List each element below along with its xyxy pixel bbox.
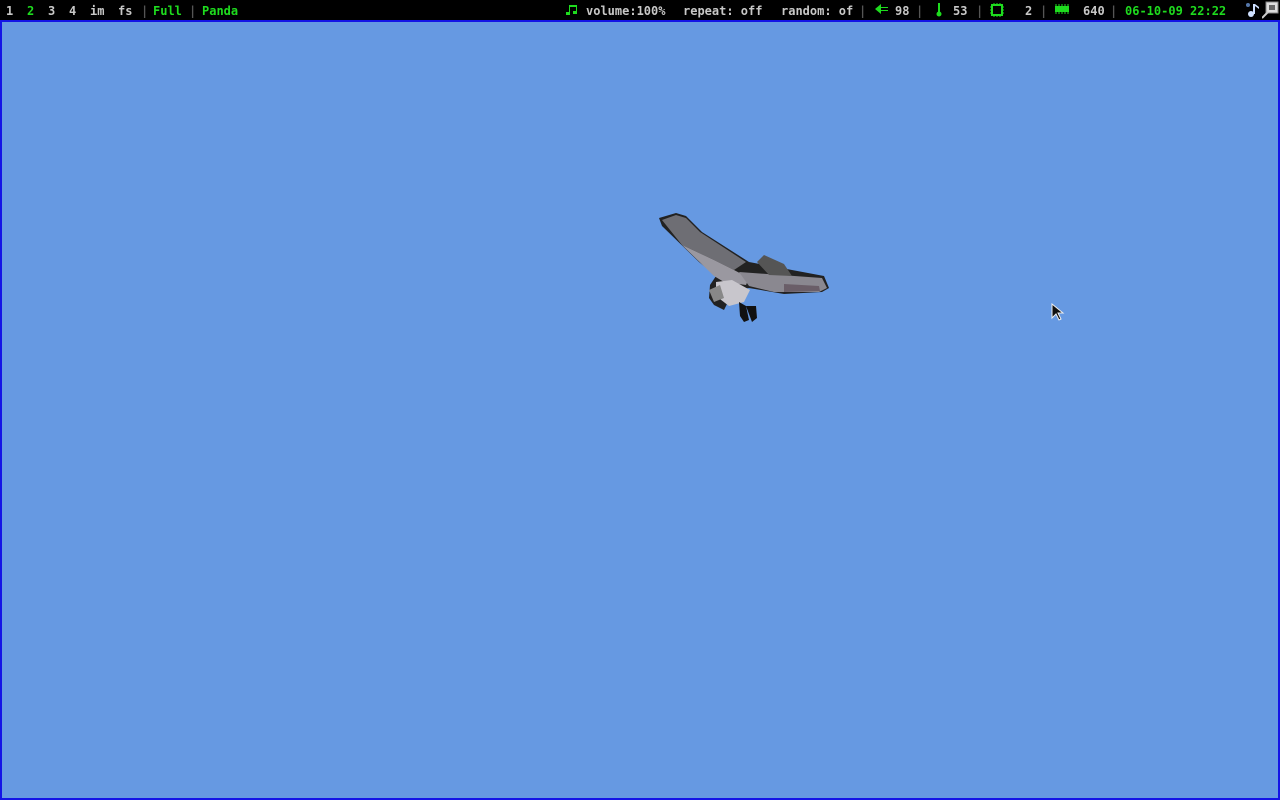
memory-value: 640	[1083, 4, 1105, 18]
cpu-value: 2	[1025, 4, 1033, 18]
datetime: 06-10-09 22:22	[1125, 4, 1227, 18]
repeat-status[interactable]: repeat: off	[683, 0, 762, 22]
memory-icon	[1055, 4, 1069, 14]
tray-music-icon[interactable]	[1244, 1, 1260, 19]
layout-label[interactable]: Full	[153, 0, 182, 22]
separator: |	[141, 4, 149, 18]
flying-bird-model	[659, 213, 829, 322]
status-bar: 1 2 3 4 im fs | Full | Panda volume:100%…	[0, 0, 1280, 20]
temperature-value: 53	[953, 4, 968, 18]
separator: |	[976, 4, 984, 18]
tray-window-icon[interactable]	[1262, 1, 1279, 19]
mouse-cursor-icon	[1051, 303, 1065, 321]
music-note-icon	[566, 5, 577, 15]
cpu-chip-icon	[990, 3, 1004, 17]
workspace-1[interactable]: 1	[6, 0, 13, 22]
workspace-4[interactable]: 4	[69, 0, 76, 22]
window-title: Panda	[202, 4, 239, 18]
random-status[interactable]: random: of	[781, 0, 853, 22]
application-viewport[interactable]	[0, 20, 1280, 800]
separator: |	[916, 4, 924, 18]
separator: |	[1040, 4, 1048, 18]
volume-status[interactable]: volume:100%	[586, 0, 665, 22]
separator: |	[189, 4, 197, 18]
separator: |	[859, 4, 867, 18]
workspace-2[interactable]: 2	[27, 0, 34, 22]
workspace-fs[interactable]: fs	[118, 0, 132, 22]
separator: |	[1110, 4, 1118, 18]
workspace-im[interactable]: im	[90, 0, 104, 22]
battery-value: 98	[895, 4, 910, 18]
thermometer-icon	[936, 3, 942, 17]
workspace-3[interactable]: 3	[48, 0, 55, 22]
power-plug-icon	[875, 4, 888, 14]
